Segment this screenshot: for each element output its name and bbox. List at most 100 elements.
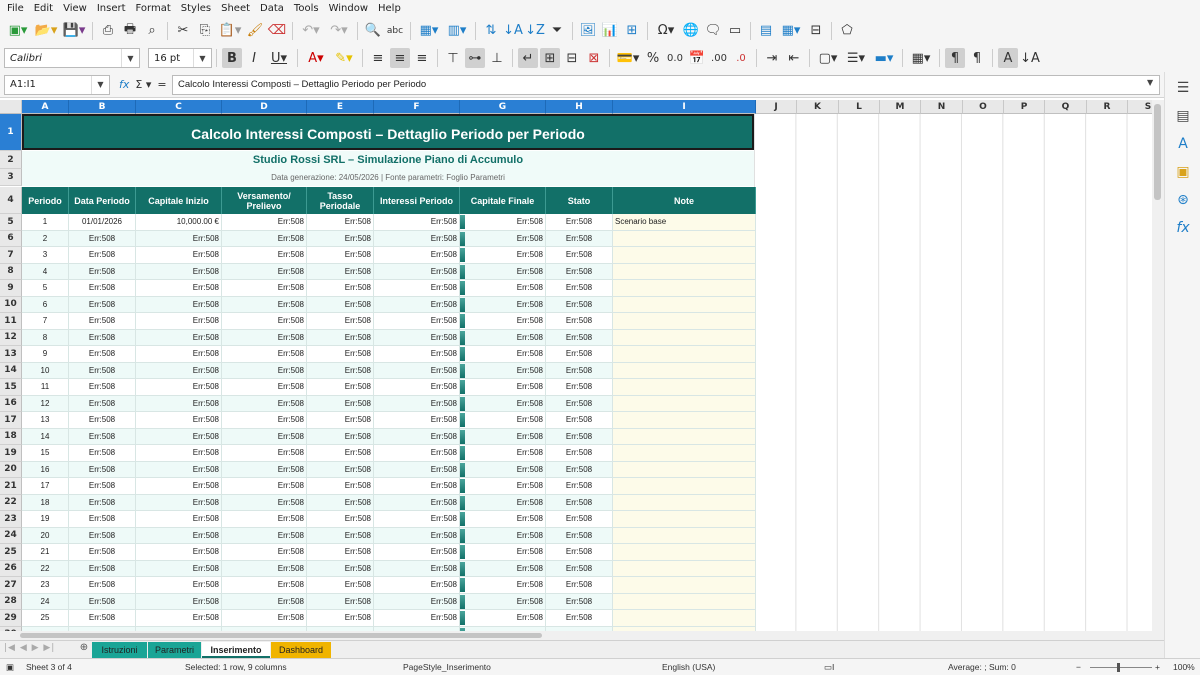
cell-error[interactable]: Err:508 bbox=[374, 214, 460, 231]
cell-error[interactable]: Err:508 bbox=[69, 445, 136, 462]
status-zoom[interactable]: 100% bbox=[1173, 662, 1195, 672]
column-header-i[interactable]: I bbox=[613, 100, 756, 114]
row-header[interactable]: 21 bbox=[0, 478, 22, 495]
select-all-corner[interactable] bbox=[0, 100, 22, 114]
sheet-tab-inserimento[interactable]: Inserimento bbox=[202, 642, 270, 658]
row-header[interactable]: 6 bbox=[0, 230, 22, 247]
row-header[interactable]: 18 bbox=[0, 428, 22, 445]
cell-note[interactable] bbox=[613, 445, 756, 462]
left-to-right-icon[interactable]: ¶ bbox=[945, 48, 965, 68]
cell-error[interactable]: Err:508 bbox=[307, 610, 374, 627]
menu-help[interactable]: Help bbox=[373, 0, 406, 17]
cell-error[interactable]: Err:508 bbox=[222, 461, 307, 478]
cell-error[interactable]: Err:508 bbox=[136, 247, 222, 264]
cell-note[interactable] bbox=[613, 494, 756, 511]
cell-error[interactable]: Err:508 bbox=[307, 346, 374, 363]
cell-error[interactable]: Err:508 bbox=[307, 329, 374, 346]
status-page-style[interactable]: PageStyle_Inserimento bbox=[403, 662, 491, 672]
cell-periodo[interactable]: 1 bbox=[22, 214, 69, 231]
cell-error[interactable]: Err:508 bbox=[136, 445, 222, 462]
align-middle-icon[interactable]: ⊶ bbox=[465, 48, 485, 68]
cell-error[interactable]: Err:508 bbox=[69, 461, 136, 478]
cell-error[interactable]: Err:508 bbox=[460, 445, 546, 462]
cell-periodo[interactable]: 22 bbox=[22, 560, 69, 577]
cell-error[interactable]: Err:508 bbox=[222, 296, 307, 313]
cell-error[interactable]: Err:508 bbox=[222, 560, 307, 577]
cell-error[interactable]: Err:508 bbox=[546, 577, 613, 594]
sort-icon[interactable]: ⇅ bbox=[481, 21, 501, 41]
cell-error[interactable]: Err:508 bbox=[136, 494, 222, 511]
cell-error[interactable]: Err:508 bbox=[374, 560, 460, 577]
cell-error[interactable]: Err:508 bbox=[307, 280, 374, 297]
column-header-f[interactable]: F bbox=[374, 100, 460, 114]
cell-error[interactable]: Err:508 bbox=[136, 527, 222, 544]
tab-navigation-icon[interactable]: |◀ ◀ ▶ ▶| bbox=[4, 643, 55, 653]
cell-error[interactable]: Err:508 bbox=[69, 346, 136, 363]
cell-error[interactable]: Err:508 bbox=[222, 527, 307, 544]
cell-error[interactable]: Err:508 bbox=[374, 247, 460, 264]
cell-error[interactable]: Err:508 bbox=[546, 478, 613, 495]
align-left-icon[interactable]: ≡ bbox=[368, 48, 388, 68]
cell-error[interactable]: Err:508 bbox=[307, 263, 374, 280]
find-replace-icon[interactable]: 🔍 bbox=[363, 21, 383, 41]
column-title[interactable]: Periodo bbox=[22, 187, 69, 214]
cell-error[interactable]: Err:508 bbox=[222, 247, 307, 264]
cell-error[interactable]: Err:508 bbox=[546, 395, 613, 412]
date-format-icon[interactable]: 📅 bbox=[687, 48, 707, 68]
cell-error[interactable]: Err:508 bbox=[307, 247, 374, 264]
cell-note[interactable] bbox=[613, 461, 756, 478]
cell-periodo[interactable]: 20 bbox=[22, 527, 69, 544]
cell-error[interactable]: Err:508 bbox=[307, 445, 374, 462]
cell-error[interactable]: Err:508 bbox=[374, 461, 460, 478]
cell-error[interactable]: Err:508 bbox=[374, 593, 460, 610]
cell-error[interactable]: Err:508 bbox=[546, 428, 613, 445]
cell-periodo[interactable]: 16 bbox=[22, 461, 69, 478]
text-direction-vertical-icon[interactable]: ↓A bbox=[1020, 48, 1040, 68]
cell-note[interactable] bbox=[613, 610, 756, 627]
cell-error[interactable]: Err:508 bbox=[69, 362, 136, 379]
font-name-combo[interactable]: Calibri ▼ bbox=[4, 48, 140, 68]
cell-note[interactable] bbox=[613, 329, 756, 346]
equals-icon[interactable]: = bbox=[157, 78, 166, 91]
column-title[interactable]: Stato bbox=[546, 187, 613, 214]
delete-decimal-icon[interactable]: .0 bbox=[731, 48, 751, 68]
cell-error[interactable]: Err:508 bbox=[460, 511, 546, 528]
cell-periodo[interactable]: 4 bbox=[22, 263, 69, 280]
function-wizard-icon[interactable]: fx bbox=[119, 78, 129, 91]
cell-error[interactable]: Err:508 bbox=[460, 214, 546, 231]
cell-error[interactable]: Err:508 bbox=[546, 527, 613, 544]
cell-periodo[interactable]: 24 bbox=[22, 593, 69, 610]
cell-error[interactable]: Err:508 bbox=[136, 412, 222, 429]
empty-cell-area[interactable] bbox=[754, 114, 1152, 631]
cell-error[interactable]: Err:508 bbox=[136, 395, 222, 412]
column-title[interactable]: Data Periodo bbox=[69, 187, 136, 214]
vertical-scroll-thumb[interactable] bbox=[1154, 104, 1161, 200]
cell-error[interactable]: Err:508 bbox=[374, 313, 460, 330]
cell-error[interactable]: Err:508 bbox=[136, 280, 222, 297]
cell-error[interactable]: Err:508 bbox=[69, 379, 136, 396]
cell-periodo[interactable]: 10 bbox=[22, 362, 69, 379]
cell-error[interactable]: Err:508 bbox=[136, 511, 222, 528]
row-header[interactable]: 14 bbox=[0, 362, 22, 379]
increase-indent-icon[interactable]: ⇥ bbox=[762, 48, 782, 68]
cell-error[interactable]: Err:508 bbox=[374, 610, 460, 627]
menu-format[interactable]: Format bbox=[131, 0, 176, 17]
cell-error[interactable]: Err:508 bbox=[136, 329, 222, 346]
cell-periodo[interactable]: 17 bbox=[22, 478, 69, 495]
align-center-icon[interactable]: ≡ bbox=[390, 48, 410, 68]
cell-error[interactable]: Err:508 bbox=[69, 296, 136, 313]
cell-note[interactable] bbox=[613, 379, 756, 396]
cell-error[interactable]: Err:508 bbox=[136, 346, 222, 363]
cell-error[interactable]: Err:508 bbox=[222, 593, 307, 610]
row-header[interactable]: 22 bbox=[0, 494, 22, 511]
cell-error[interactable]: Err:508 bbox=[222, 445, 307, 462]
cell-error[interactable]: Err:508 bbox=[546, 263, 613, 280]
cell-periodo[interactable]: 5 bbox=[22, 280, 69, 297]
cell-error[interactable]: Err:508 bbox=[307, 577, 374, 594]
highlighting-color-icon[interactable]: ✎▾ bbox=[331, 48, 357, 68]
column-header-e[interactable]: E bbox=[307, 100, 374, 114]
cell-periodo[interactable]: 8 bbox=[22, 329, 69, 346]
cell-error[interactable]: Err:508 bbox=[460, 313, 546, 330]
cell-error[interactable]: Err:508 bbox=[69, 395, 136, 412]
cell-periodo[interactable]: 11 bbox=[22, 379, 69, 396]
